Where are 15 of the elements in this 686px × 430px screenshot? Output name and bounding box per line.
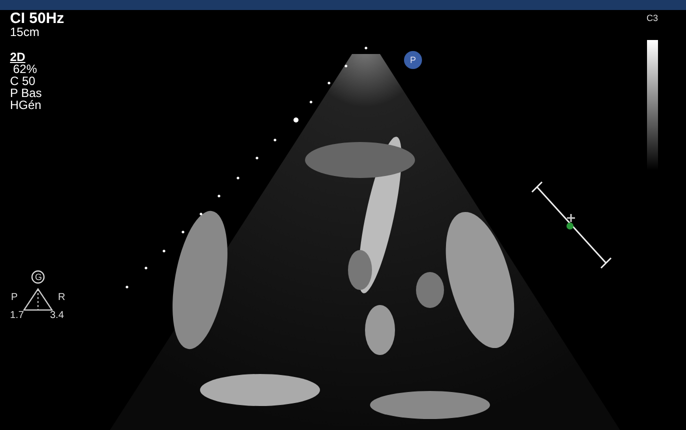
frequency-label: CI 50Hz xyxy=(10,11,66,26)
orientation-right-label: R xyxy=(58,292,66,303)
harmonic-label: HGén xyxy=(10,99,42,111)
mode-label: 2D xyxy=(10,51,26,63)
color-map-label: C3 xyxy=(646,13,658,23)
gain-label: 62% xyxy=(12,63,38,75)
caliper-line-icon xyxy=(531,181,612,269)
depth-label: 15cm xyxy=(10,26,40,38)
orientation-right-value: 3.4 xyxy=(50,310,64,321)
compression-label: C 50 xyxy=(10,75,36,87)
orientation-left-label: P xyxy=(11,292,18,303)
power-label: P Bas xyxy=(10,87,43,99)
orientation-left-value: 1.7 xyxy=(10,310,24,321)
orientation-symbol: G xyxy=(35,272,42,283)
probe-marker: P xyxy=(404,51,422,69)
